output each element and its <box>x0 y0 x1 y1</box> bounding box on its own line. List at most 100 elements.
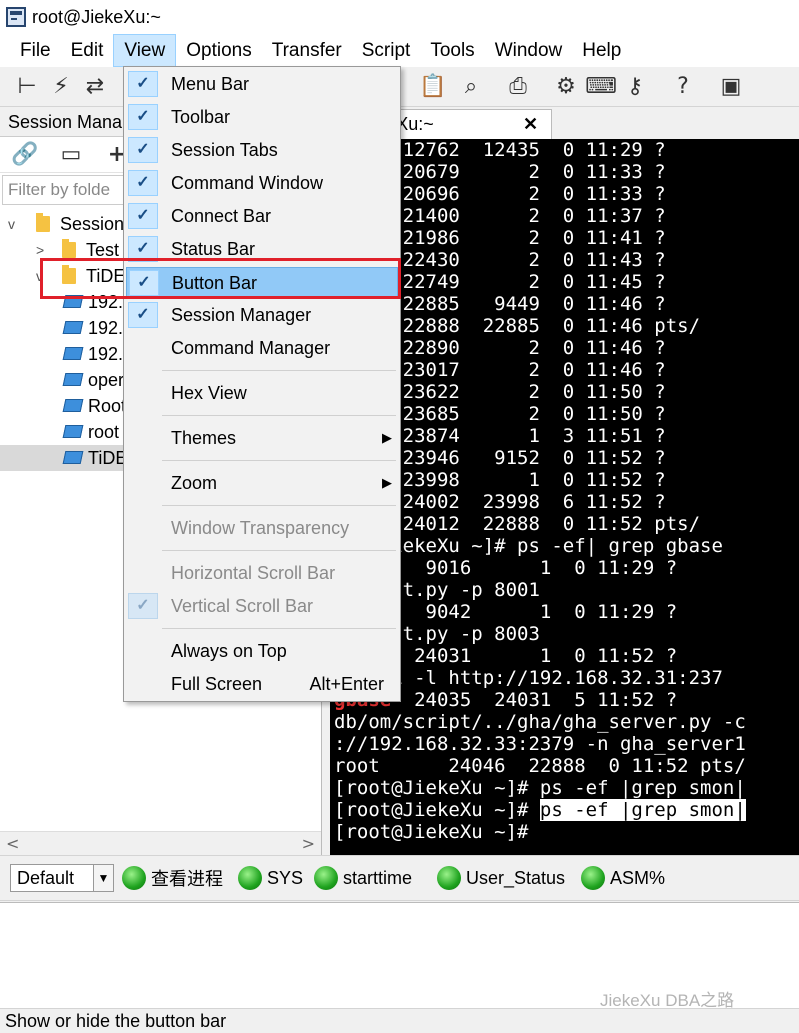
menu-item-label: Hex View <box>171 383 247 403</box>
menu-help[interactable]: Help <box>572 34 631 67</box>
menu-item-themes[interactable]: Themes ▶ <box>126 423 398 453</box>
app-icon <box>6 7 26 27</box>
help-icon[interactable]: ? <box>668 71 698 101</box>
menu-item-menu-bar[interactable]: ✓ Menu Bar <box>126 69 398 99</box>
terminal-selection: ps -ef |grep smon| <box>539 799 746 821</box>
chevron-down-icon[interactable]: v <box>8 211 15 237</box>
horizontal-scrollbar[interactable]: < > <box>0 831 321 855</box>
menu-item-vertical-scroll-bar: ✓ Vertical Scroll Bar <box>126 591 398 621</box>
menu-bar: File Edit View Options Transfer Script T… <box>0 34 799 67</box>
settings-gear-icon[interactable]: ⚙ <box>551 71 581 101</box>
key-icon[interactable]: ⚷ <box>620 71 650 101</box>
window-title: root@JiekeXu:~ <box>32 6 161 27</box>
combo-value: Default <box>17 868 75 888</box>
menu-item-label: Session Tabs <box>171 140 278 160</box>
button-label: SYS <box>267 867 304 888</box>
folder-icon <box>62 239 76 258</box>
tree-label: root <box>88 422 120 442</box>
terminal-line: [root@JiekeXu ~]# <box>334 821 529 843</box>
menu-item-toolbar[interactable]: ✓ Toolbar <box>126 102 398 132</box>
tree-label: Root <box>88 396 127 416</box>
menu-item-label: Vertical Scroll Bar <box>171 596 314 616</box>
session-monitor-icon <box>62 347 84 360</box>
menu-item-label: Horizontal Scroll Bar <box>171 563 336 583</box>
menu-item-session-manager[interactable]: ✓ Session Manager <box>126 300 398 330</box>
check-icon: ✓ <box>128 203 158 229</box>
submenu-arrow-icon: ▶ <box>382 475 392 490</box>
green-circle-icon <box>437 866 461 890</box>
session-monitor-icon <box>62 321 84 334</box>
check-icon: ✓ <box>128 170 158 196</box>
menu-item-label: Command Window <box>171 173 324 193</box>
keymap-icon[interactable]: ⌨ <box>585 71 617 101</box>
menu-separator <box>162 628 396 629</box>
button-bar-combo[interactable]: Default ▼ <box>10 864 114 892</box>
menu-item-command-manager[interactable]: Command Manager <box>126 333 398 363</box>
button-bar-button[interactable]: User_Status <box>437 864 565 892</box>
menu-tools[interactable]: Tools <box>420 34 484 67</box>
connect-tree-icon[interactable]: ⊢ <box>12 71 42 101</box>
green-circle-icon <box>581 866 605 890</box>
menu-transfer[interactable]: Transfer <box>262 34 352 67</box>
green-circle-icon <box>122 866 146 890</box>
menu-item-label: Zoom <box>171 473 218 493</box>
chevron-down-icon[interactable]: ▼ <box>93 865 113 891</box>
annotation-highlight-box <box>40 258 401 299</box>
scroll-left-icon[interactable]: < <box>6 834 19 853</box>
menu-item-zoom[interactable]: Zoom ▶ <box>126 468 398 498</box>
check-icon: ✓ <box>128 593 158 619</box>
menu-edit[interactable]: Edit <box>61 34 114 67</box>
menu-item-connect-bar[interactable]: ✓ Connect Bar <box>126 201 398 231</box>
session-monitor-icon <box>62 373 84 386</box>
window-icon[interactable]: ▭ <box>56 142 86 167</box>
find-binoculars-icon[interactable]: ⌕ <box>456 71 486 101</box>
session-monitor-icon <box>62 451 84 464</box>
green-circle-icon <box>314 866 338 890</box>
menu-item-label: Menu Bar <box>171 74 250 94</box>
menu-item-hex-view[interactable]: Hex View <box>126 378 398 408</box>
menu-item-accelerator: Alt+Enter <box>309 674 384 694</box>
menu-item-command-window[interactable]: ✓ Command Window <box>126 168 398 198</box>
button-label: 查看进程 <box>151 869 223 889</box>
menu-item-label: Command Manager <box>171 338 331 358</box>
menu-separator <box>162 550 396 551</box>
session-monitor-icon <box>62 425 84 438</box>
menu-item-label: Toolbar <box>171 107 231 127</box>
tree-label: 192. <box>88 344 124 364</box>
menu-separator <box>162 370 396 371</box>
close-icon[interactable]: ✕ <box>523 110 538 138</box>
button-bar-button[interactable]: ASM% <box>581 864 665 892</box>
check-icon: ✓ <box>128 71 158 97</box>
menu-separator <box>162 460 396 461</box>
menu-item-session-tabs[interactable]: ✓ Session Tabs <box>126 135 398 165</box>
button-bar-button[interactable]: SYS <box>238 864 303 892</box>
check-icon: ✓ <box>128 104 158 130</box>
menu-window[interactable]: Window <box>485 34 573 67</box>
green-circle-icon <box>238 866 262 890</box>
check-icon: ✓ <box>128 302 158 328</box>
menu-item-always-on-top[interactable]: Always on Top <box>126 636 398 666</box>
menu-options[interactable]: Options <box>176 34 261 67</box>
reconnect-icon[interactable]: ⇄ <box>80 71 110 101</box>
menu-script[interactable]: Script <box>352 34 421 67</box>
terminal-line: [root@JiekeXu ~]# ps -ef |grep smon| <box>334 777 746 799</box>
tree-label: oper <box>88 370 125 390</box>
print-icon[interactable]: ⎙ <box>503 71 533 101</box>
screen-lock-icon[interactable]: ▣ <box>716 71 746 101</box>
menu-item-full-screen[interactable]: Full Screen Alt+Enter <box>126 669 398 699</box>
session-monitor-icon <box>62 399 84 412</box>
button-bar-button[interactable]: 查看进程 <box>122 864 223 892</box>
button-label: ASM% <box>610 867 666 888</box>
lightning-icon[interactable]: ⚡ <box>46 71 76 101</box>
scroll-right-icon[interactable]: > <box>302 834 315 853</box>
paste-icon[interactable]: 📋 <box>418 71 448 101</box>
title-bar: root@JiekeXu:~ <box>0 0 799 34</box>
menu-item-label: Full Screen <box>171 674 263 694</box>
button-bar-button[interactable]: starttime <box>314 864 412 892</box>
menu-item-label: Session Manager <box>171 305 312 325</box>
menu-file[interactable]: File <box>0 34 61 67</box>
link-icon[interactable]: 🔗 <box>10 142 40 167</box>
menu-view[interactable]: View <box>113 34 177 67</box>
menu-item-label: Window Transparency <box>171 518 350 538</box>
view-menu-dropdown: ✓ Menu Bar ✓ Toolbar ✓ Session Tabs ✓ Comman… <box>123 66 401 702</box>
